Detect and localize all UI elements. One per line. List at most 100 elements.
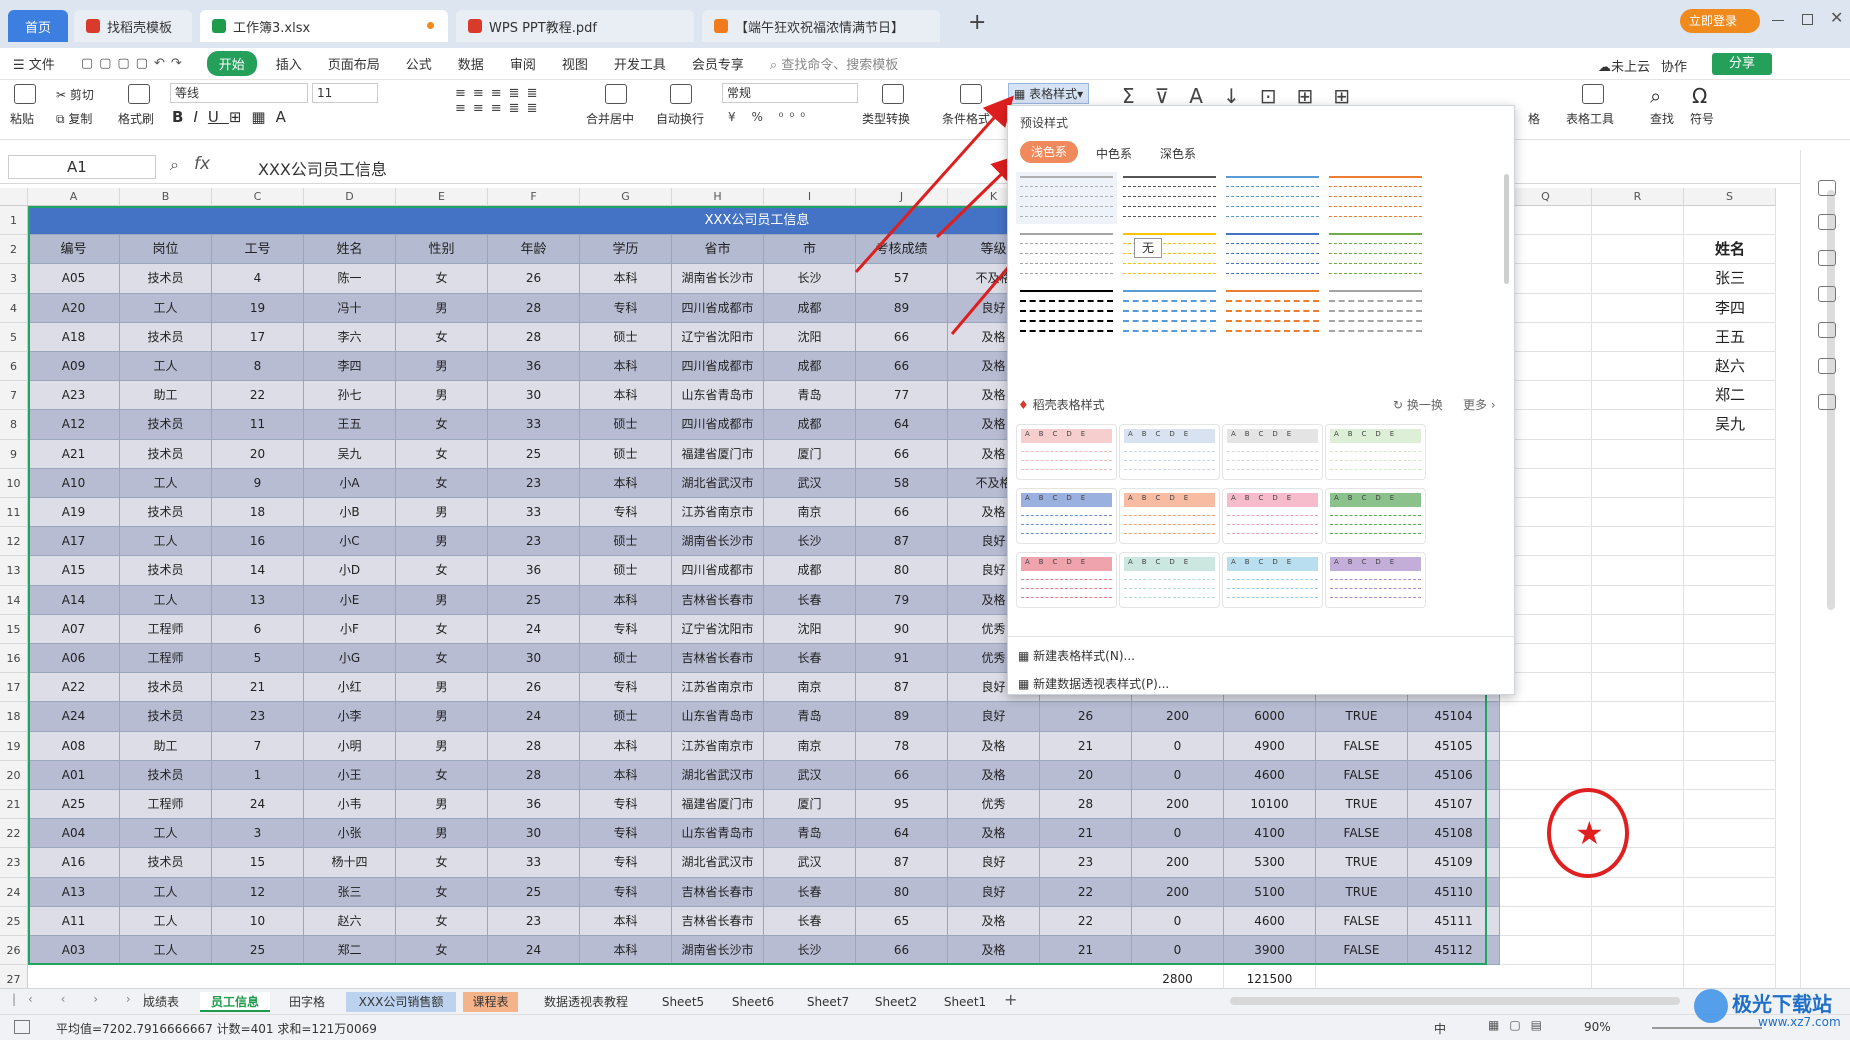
table-style-panel: 预设样式 浅色系 中色系 深色系 无 ♦ 稻壳表格样式 ↻ 换一换 更多 › A… bbox=[1007, 105, 1515, 695]
docer-thumb-line bbox=[1227, 460, 1318, 461]
style-thumbnail[interactable] bbox=[1016, 229, 1117, 281]
docer-thumb-letters: ABCDE bbox=[1334, 558, 1404, 566]
watermark-logo bbox=[1694, 989, 1728, 1023]
horizontal-scrollbar[interactable] bbox=[1230, 997, 1680, 1005]
thumb-line bbox=[1123, 290, 1216, 292]
thumb-line bbox=[1020, 300, 1113, 302]
input-mode[interactable]: 中 bbox=[1434, 1020, 1446, 1037]
thumb-line bbox=[1123, 176, 1216, 178]
tab-medium-styles[interactable]: 中色系 bbox=[1096, 145, 1132, 162]
view-mode-buttons[interactable]: ▦▢▤ bbox=[1488, 1018, 1552, 1032]
sheet-tab[interactable]: Sheet2 bbox=[865, 992, 927, 1012]
preset-title: 预设样式 bbox=[1020, 116, 1069, 130]
tab-light-styles[interactable]: 浅色系 bbox=[1020, 141, 1078, 163]
thumb-line bbox=[1226, 216, 1319, 217]
thumb-line bbox=[1226, 290, 1319, 292]
side-backup-icon[interactable] bbox=[1818, 286, 1836, 302]
sheet-tab[interactable]: 成绩表 bbox=[130, 992, 192, 1012]
thumb-line bbox=[1226, 243, 1319, 244]
side-location-icon[interactable] bbox=[1818, 358, 1836, 374]
side-tool-icon[interactable] bbox=[1818, 180, 1836, 196]
docer-thumb-line bbox=[1021, 460, 1112, 461]
thumb-line bbox=[1020, 273, 1113, 274]
style-thumbnail[interactable] bbox=[1222, 172, 1323, 224]
thumb-line bbox=[1226, 330, 1319, 332]
docer-style-thumbnail[interactable]: ABCDE bbox=[1119, 424, 1220, 480]
thumb-line bbox=[1329, 310, 1422, 312]
style-thumbnail[interactable] bbox=[1119, 286, 1220, 338]
style-thumbnail[interactable] bbox=[1016, 286, 1117, 338]
thumb-line bbox=[1020, 253, 1113, 254]
docer-thumb-line bbox=[1124, 597, 1215, 598]
more-button[interactable]: 更多 › bbox=[1463, 396, 1496, 413]
thumb-line bbox=[1123, 320, 1216, 322]
add-sheet-icon[interactable]: + bbox=[1004, 990, 1017, 1009]
new-table-style-item[interactable]: ▦ 新建表格样式(N)... bbox=[1018, 644, 1498, 668]
sheet-tab[interactable]: 课程表 bbox=[463, 992, 518, 1012]
sheet-tab[interactable]: Sheet7 bbox=[797, 992, 859, 1012]
docer-style-thumbnail[interactable]: ABCDE bbox=[1222, 488, 1323, 544]
thumb-line bbox=[1226, 320, 1319, 322]
style-thumbnail[interactable] bbox=[1222, 286, 1323, 338]
docer-thumb-letters: ABCDE bbox=[1025, 430, 1095, 438]
sheet-tab[interactable]: 员工信息 bbox=[200, 992, 270, 1012]
docer-style-thumbnail[interactable]: ABCDE bbox=[1222, 424, 1323, 480]
thumb-line bbox=[1020, 243, 1113, 244]
docer-style-thumbnail[interactable]: ABCDE bbox=[1016, 488, 1117, 544]
thumb-line bbox=[1123, 310, 1216, 312]
docer-style-thumbnail[interactable]: ABCDE bbox=[1016, 424, 1117, 480]
docer-style-thumbnail[interactable]: ABCDE bbox=[1016, 552, 1117, 608]
thumb-line bbox=[1329, 320, 1422, 322]
docer-thumb-line bbox=[1330, 460, 1421, 461]
docer-thumb-line bbox=[1021, 597, 1112, 598]
side-select-icon[interactable] bbox=[1818, 214, 1836, 230]
style-thumbnail[interactable] bbox=[1325, 172, 1426, 224]
thumb-line bbox=[1226, 273, 1319, 274]
docer-style-thumbnail[interactable]: ABCDE bbox=[1325, 488, 1426, 544]
thumb-line bbox=[1329, 263, 1422, 264]
sheet-tab[interactable]: 数据透视表教程 bbox=[526, 992, 646, 1012]
style-thumbnail[interactable] bbox=[1222, 229, 1323, 281]
sheet-tab[interactable]: Sheet6 bbox=[722, 992, 784, 1012]
thumb-line bbox=[1123, 263, 1216, 264]
side-gallery-icon[interactable] bbox=[1818, 322, 1836, 338]
side-book-icon[interactable] bbox=[1818, 394, 1836, 410]
zoom-level[interactable]: 90% bbox=[1584, 1020, 1611, 1034]
style-thumbnail[interactable] bbox=[1325, 229, 1426, 281]
thumb-line bbox=[1329, 243, 1422, 244]
tooltip-none: 无 bbox=[1134, 238, 1162, 258]
docer-thumb-letters: ABCDE bbox=[1025, 494, 1095, 502]
thumb-line bbox=[1020, 290, 1113, 292]
tab-dark-styles[interactable]: 深色系 bbox=[1160, 145, 1196, 162]
sheet-tab[interactable]: 田字格 bbox=[276, 992, 338, 1012]
thumb-line bbox=[1329, 253, 1422, 254]
style-thumbnail[interactable] bbox=[1119, 172, 1220, 224]
refresh-button[interactable]: ↻ 换一换 bbox=[1393, 396, 1443, 413]
sheet-tab[interactable]: Sheet1 bbox=[934, 992, 996, 1012]
new-pivot-style-label: 新建数据透视表样式(P)... bbox=[1033, 677, 1170, 691]
style-thumbnail[interactable] bbox=[1016, 172, 1117, 224]
thumb-line bbox=[1329, 216, 1422, 217]
docer-thumb-letters: ABCDE bbox=[1231, 558, 1301, 566]
thumb-line bbox=[1123, 206, 1216, 207]
refresh-label: 换一换 bbox=[1406, 398, 1443, 412]
docer-style-thumbnail[interactable]: ABCDE bbox=[1325, 552, 1426, 608]
annotation-arrows bbox=[854, 95, 1038, 335]
thumb-line bbox=[1329, 196, 1422, 197]
docer-style-thumbnail[interactable]: ABCDE bbox=[1222, 552, 1323, 608]
docer-style-thumbnail[interactable]: ABCDE bbox=[1325, 424, 1426, 480]
thumb-line bbox=[1123, 273, 1216, 274]
side-settings-icon[interactable] bbox=[1818, 250, 1836, 266]
style-thumbnail[interactable] bbox=[1325, 286, 1426, 338]
docer-thumb-line bbox=[1021, 451, 1112, 452]
sheet-tab[interactable]: XXX公司销售额 bbox=[346, 992, 456, 1012]
docer-style-thumbnail[interactable]: ABCDE bbox=[1119, 488, 1220, 544]
new-pivot-style-item[interactable]: ▦ 新建数据透视表样式(P)... bbox=[1018, 672, 1498, 696]
panel-scrollbar[interactable] bbox=[1504, 174, 1509, 284]
thumb-line bbox=[1020, 320, 1113, 322]
docer-thumb-line bbox=[1021, 524, 1112, 525]
sheet-tab[interactable]: Sheet5 bbox=[652, 992, 714, 1012]
docer-style-thumbnail[interactable]: ABCDE bbox=[1119, 552, 1220, 608]
status-bar: 平均值=7202.7916666667 计数=401 求和=121万0069 中… bbox=[0, 1014, 1850, 1040]
docer-thumb-line bbox=[1227, 469, 1318, 470]
